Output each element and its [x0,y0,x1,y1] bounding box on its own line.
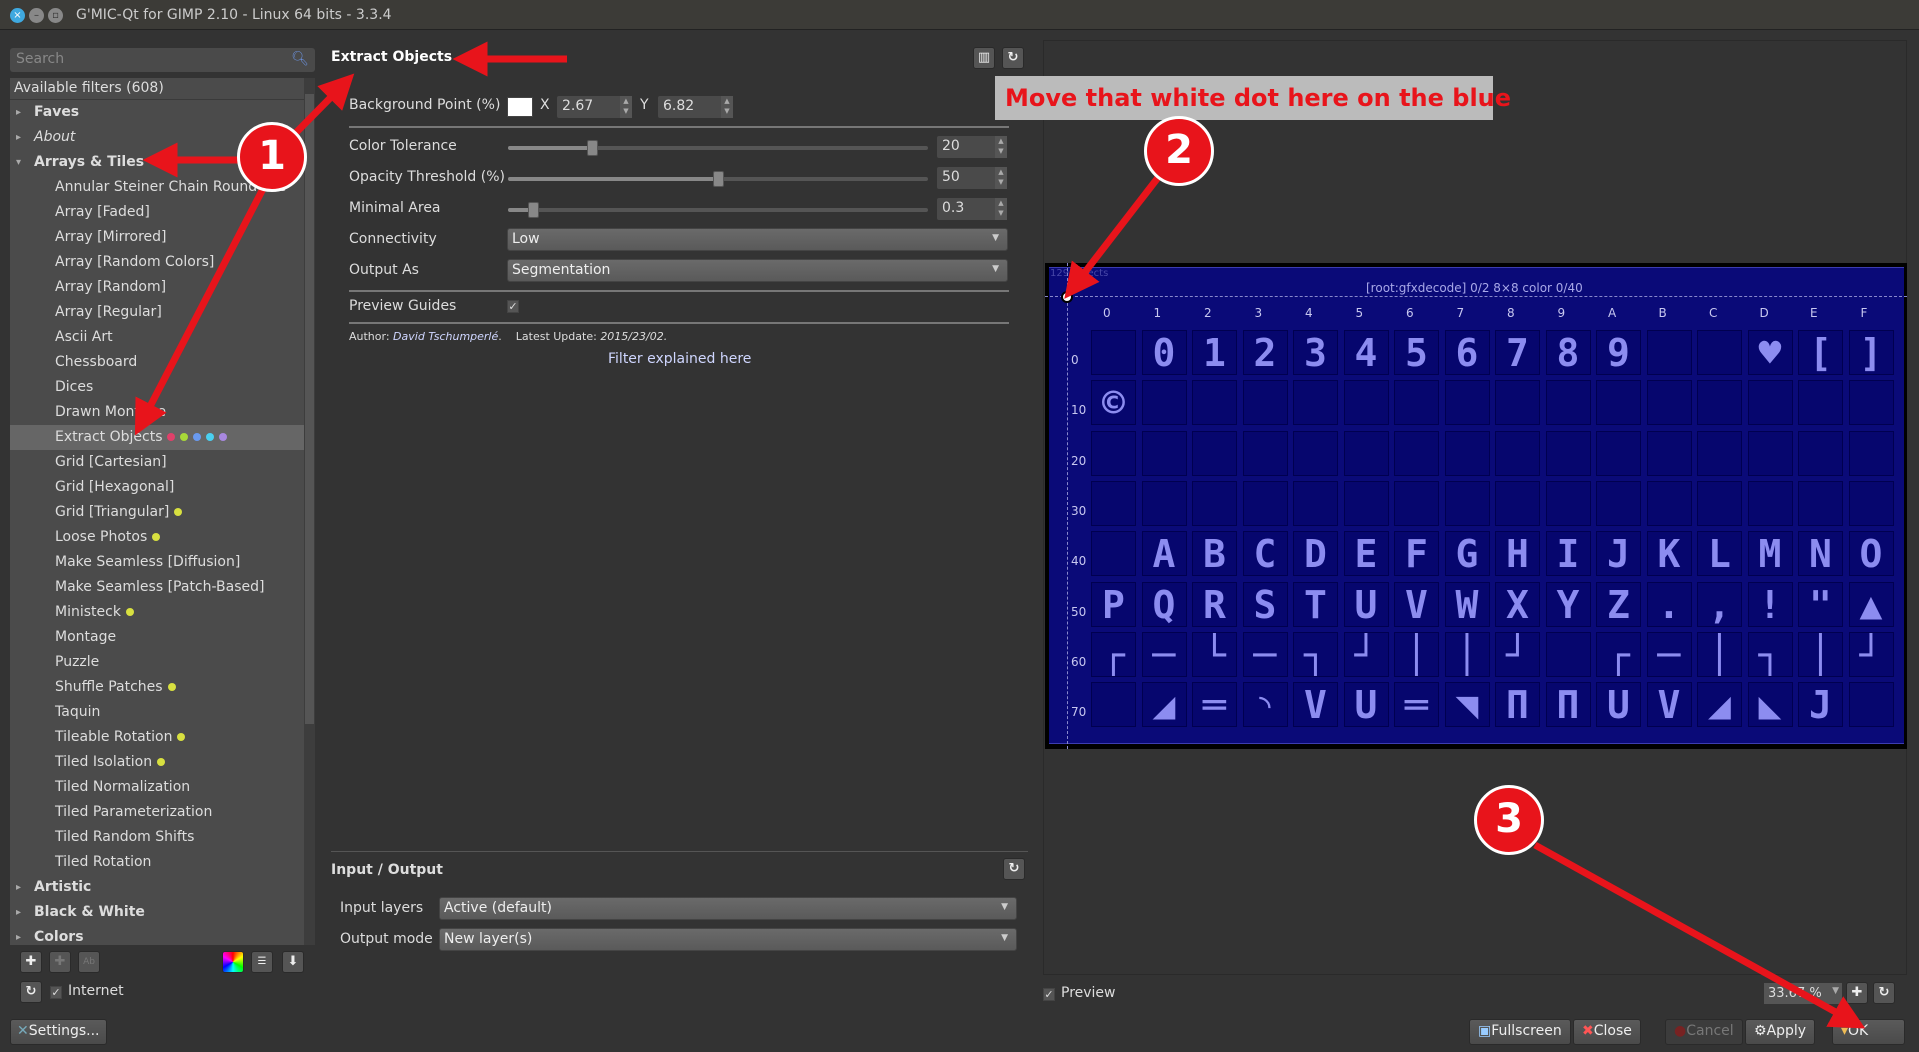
step-2-badge: 2 [1144,116,1214,186]
step-3-badge: 3 [1474,785,1544,855]
arrow-to-filter [134,183,269,436]
arrow-to-dot [1064,172,1163,299]
step-1-badge: 1 [237,122,307,192]
arrow-to-ok [1533,841,1866,1029]
